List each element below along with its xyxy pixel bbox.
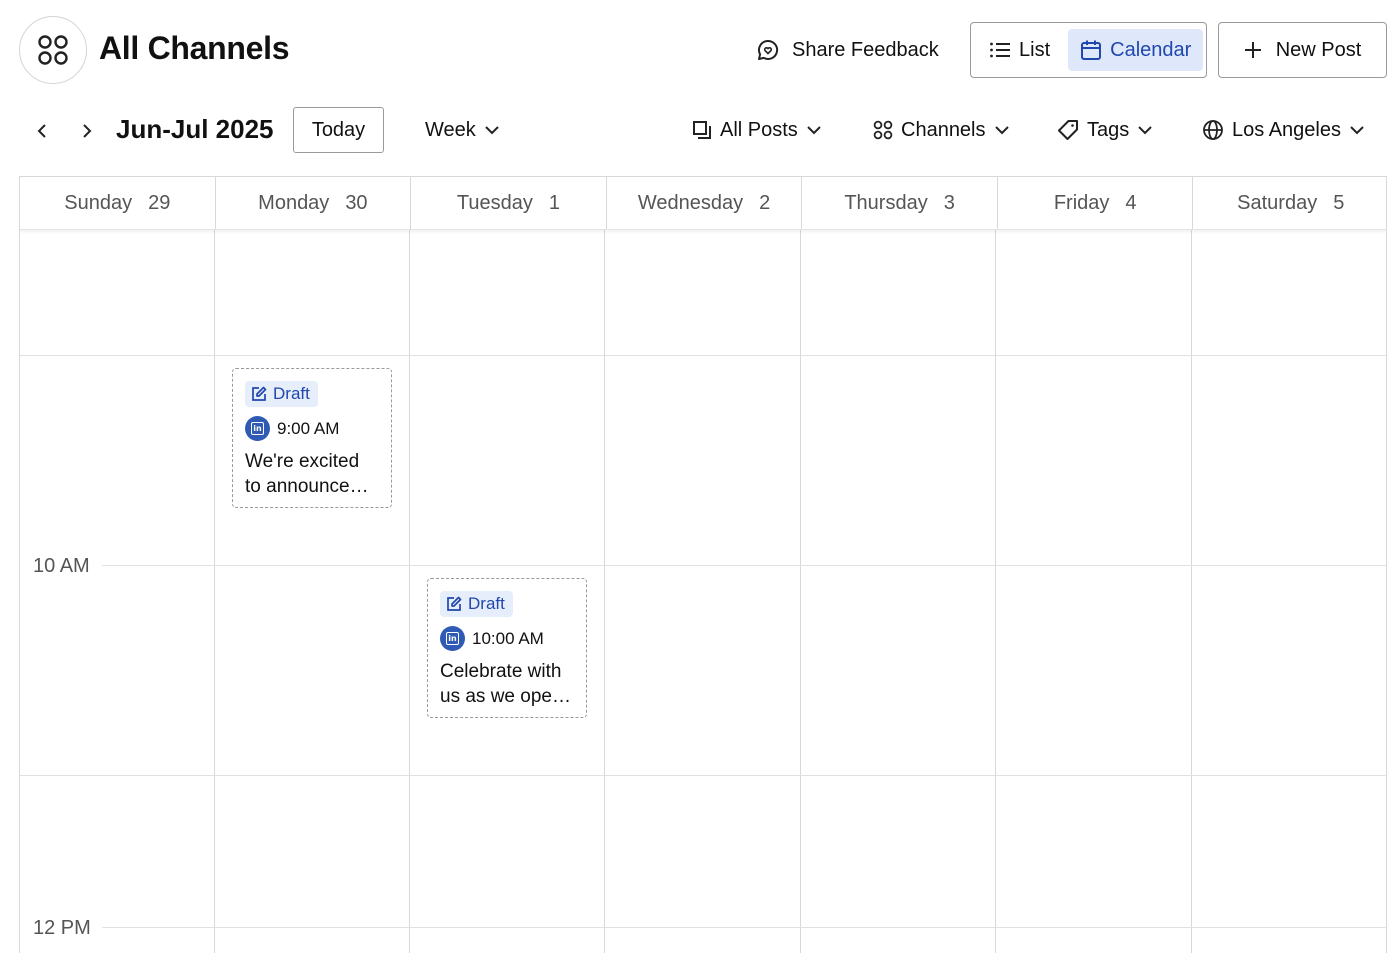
calendar-icon [1081, 40, 1102, 60]
timezone-label: Los Angeles [1232, 118, 1341, 141]
period-dropdown[interactable]: Week [425, 110, 500, 150]
hour-line [102, 927, 1386, 928]
timezone-dropdown[interactable]: Los Angeles [1202, 110, 1365, 150]
day-name: Thursday [844, 191, 928, 214]
tags-filter-dropdown[interactable]: Tags [1057, 110, 1153, 150]
day-name: Tuesday [456, 191, 533, 214]
row-divider [20, 775, 1386, 776]
page-title: All Channels [99, 30, 290, 66]
header: All Channels Share Feedback List Calenda… [0, 0, 1400, 100]
day-header-friday: Friday 4 [998, 177, 1194, 229]
day-name: Sunday [64, 191, 133, 214]
hour-line [102, 565, 1386, 566]
today-button[interactable]: Today [293, 107, 384, 153]
posts-filter-dropdown[interactable]: All Posts [692, 110, 822, 150]
chevron-down-icon [485, 126, 499, 135]
row-divider [20, 355, 1386, 356]
chevron-right-icon [83, 124, 92, 138]
period-label: Week [425, 118, 476, 141]
copy-icon [693, 121, 711, 139]
day-name: Friday [1053, 191, 1110, 214]
hour-label-10am: 10 AM [33, 555, 100, 578]
previous-week-button[interactable] [28, 117, 56, 145]
day-header-saturday: Saturday 5 [1193, 177, 1386, 229]
day-name: Wednesday [637, 191, 744, 214]
list-icon [990, 42, 1010, 58]
chevron-down-icon [1350, 126, 1364, 135]
chevron-down-icon [807, 126, 821, 135]
list-view-button[interactable]: List [977, 29, 1062, 71]
week-calendar: Sunday 29 Monday 30 Tuesday 1 Wednesday 2 Th… [19, 176, 1387, 953]
post-time-row: in 10:00 AM [440, 626, 574, 651]
calendar-toolbar: Jun-Jul 2025 Today Week All Posts Channe… [0, 100, 1400, 162]
day-date: 1 [548, 191, 560, 214]
post-time: 10:00 AM [472, 628, 544, 648]
date-range-label: Jun-Jul 2025 [116, 114, 274, 144]
grid-icon [873, 120, 893, 140]
day-date: 2 [759, 191, 771, 214]
day-header-monday: Monday 30 [216, 177, 412, 229]
calendar-view-button[interactable]: Calendar [1068, 29, 1204, 71]
post-status: Draft [273, 384, 310, 403]
channels-filter-label: Channels [901, 118, 986, 141]
post-text: We're excited to announce our newest upd… [245, 451, 360, 497]
linkedin-icon: in [245, 416, 270, 441]
new-post-label: New Post [1275, 38, 1362, 61]
day-date: 30 [345, 191, 368, 214]
post-time-row: in 9:00 AM [245, 416, 379, 441]
draft-badge: Draft [440, 591, 513, 617]
posts-filter-label: All Posts [720, 118, 798, 141]
globe-icon [1203, 120, 1223, 140]
grid-icon [38, 35, 68, 65]
day-header-sunday: Sunday 29 [20, 177, 216, 229]
list-view-label: List [1019, 38, 1051, 61]
chevron-down-icon [994, 126, 1009, 135]
edit-icon [252, 386, 267, 401]
channels-filter-dropdown[interactable]: Channels [873, 110, 1010, 150]
day-header-row: Sunday 29 Monday 30 Tuesday 1 Wednesday 2 Th… [20, 176, 1386, 230]
post-status: Draft [468, 594, 505, 613]
post-card[interactable]: Draft in 10:00 AM Celebrate with us as w… [427, 578, 587, 718]
day-date: 3 [943, 191, 955, 214]
linkedin-icon: in [440, 626, 465, 651]
next-week-button[interactable] [73, 117, 101, 145]
plus-icon [1244, 42, 1261, 58]
day-name: Saturday [1237, 191, 1318, 214]
day-header-tuesday: Tuesday 1 [411, 177, 607, 229]
share-feedback-button[interactable]: Share Feedback [756, 30, 939, 70]
day-date: 29 [148, 191, 171, 214]
channels-logo[interactable] [19, 16, 87, 84]
tags-filter-label: Tags [1087, 118, 1130, 141]
edit-icon [447, 596, 462, 611]
hour-label-12pm: 12 PM [33, 917, 101, 940]
day-header-thursday: Thursday 3 [802, 177, 998, 229]
chevron-down-icon [1138, 126, 1152, 135]
draft-badge: Draft [245, 381, 318, 407]
share-feedback-label: Share Feedback [792, 38, 939, 61]
post-text: Celebrate with us as we open our new off… [440, 661, 563, 707]
day-date: 4 [1125, 191, 1137, 214]
chevron-left-icon [37, 124, 46, 138]
day-header-wednesday: Wednesday 2 [607, 177, 803, 229]
day-date: 5 [1333, 191, 1345, 214]
feedback-icon [758, 39, 779, 60]
day-name: Monday [258, 191, 330, 214]
view-toggle: List Calendar [970, 22, 1207, 78]
calendar-view-label: Calendar [1110, 38, 1192, 61]
post-card[interactable]: Draft in 9:00 AM We're excited to announ… [232, 368, 392, 508]
tag-icon [1058, 120, 1078, 140]
new-post-button[interactable]: New Post [1218, 22, 1387, 78]
post-time: 9:00 AM [277, 418, 340, 438]
